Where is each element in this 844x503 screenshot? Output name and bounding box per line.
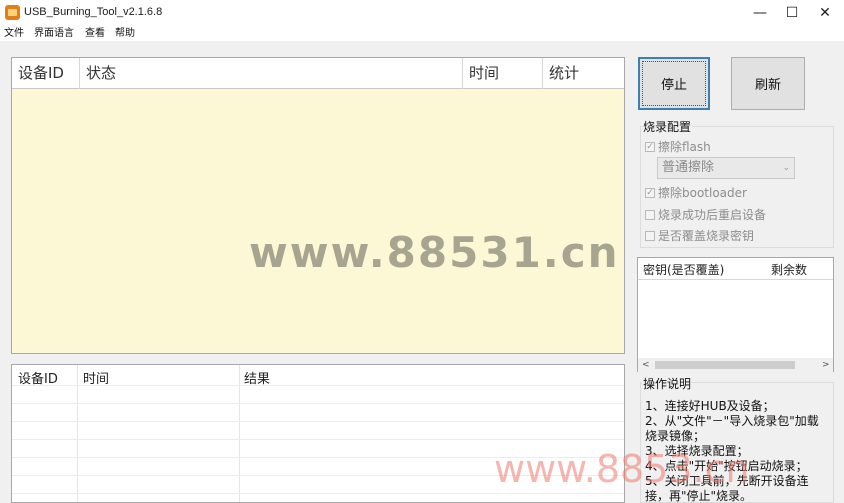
result-col-time[interactable]: 时间	[83, 368, 109, 387]
key-list[interactable]: 密钥(是否覆盖) 剩余数 < >	[637, 257, 834, 372]
table-row	[12, 493, 624, 494]
checkbox-icon[interactable]	[645, 230, 655, 241]
title-bar: USB_Burning_Tool_v2.1.6.8 — ☐ ✕	[0, 0, 844, 27]
instructions-title: 操作说明	[642, 375, 693, 392]
stop-button-label: 停止	[660, 78, 687, 93]
refresh-button-label: 刷新	[754, 78, 781, 93]
result-col-result[interactable]: 结果	[244, 368, 270, 387]
erase-bootloader-option[interactable]: ✓ 擦除bootloader	[645, 184, 747, 201]
result-col-device-id[interactable]: 设备ID	[18, 368, 58, 387]
erase-mode-value: 普通擦除	[662, 160, 715, 175]
watermark-overlay: www.8853.cn	[494, 447, 750, 491]
col-status[interactable]: 状态	[80, 58, 463, 89]
key-col-key[interactable]: 密钥(是否覆盖)	[643, 261, 724, 278]
window-title: USB_Burning_Tool_v2.1.6.8	[24, 6, 163, 18]
maximize-button[interactable]: ☐	[775, 0, 809, 26]
menu-view[interactable]: 查看	[85, 27, 105, 41]
menu-bar: 文件 界面语言 查看 帮助	[0, 27, 844, 41]
table-row	[12, 421, 624, 422]
scroll-right-icon[interactable]: >	[822, 358, 830, 372]
burn-config-title: 烧录配置	[642, 118, 693, 135]
scrollbar-thumb[interactable]	[655, 361, 795, 369]
device-table[interactable]: 设备ID 状态 时间 统计	[11, 57, 625, 354]
table-row	[12, 403, 624, 404]
col-device-id[interactable]: 设备ID	[12, 58, 80, 89]
key-list-header: 密钥(是否覆盖) 剩余数	[638, 258, 833, 280]
scroll-left-icon[interactable]: <	[642, 358, 650, 372]
menu-language[interactable]: 界面语言	[34, 27, 74, 41]
menu-file[interactable]: 文件	[4, 27, 24, 41]
chevron-down-icon: ⌄	[782, 163, 790, 173]
close-button[interactable]: ✕	[808, 0, 842, 26]
key-col-remaining[interactable]: 剩余数	[771, 261, 807, 278]
reboot-after-option[interactable]: 烧录成功后重启设备	[645, 206, 766, 223]
app-icon	[5, 5, 20, 20]
horizontal-scrollbar[interactable]: < >	[638, 358, 833, 372]
refresh-button[interactable]: 刷新	[731, 57, 805, 110]
watermark-text: www.88531.cn	[249, 228, 620, 277]
checkbox-icon[interactable]	[645, 209, 655, 220]
erase-mode-select[interactable]: 普通擦除 ⌄	[657, 157, 795, 179]
table-row	[12, 439, 624, 440]
menu-help[interactable]: 帮助	[115, 27, 135, 41]
col-time[interactable]: 时间	[463, 58, 543, 89]
erase-bootloader-label: 擦除bootloader	[658, 186, 747, 200]
erase-flash-option[interactable]: ✓ 擦除flash	[645, 138, 711, 155]
minimize-button[interactable]: —	[743, 0, 777, 26]
checkbox-checked-icon[interactable]: ✓	[645, 141, 655, 152]
col-stats[interactable]: 统计	[543, 58, 624, 89]
device-table-header: 设备ID 状态 时间 统计	[12, 58, 624, 89]
overwrite-key-option[interactable]: 是否覆盖烧录密钥	[645, 227, 754, 244]
erase-flash-label: 擦除flash	[658, 140, 711, 154]
overwrite-key-label: 是否覆盖烧录密钥	[658, 229, 755, 243]
stop-button[interactable]: 停止	[638, 57, 710, 110]
reboot-after-label: 烧录成功后重启设备	[658, 208, 767, 222]
checkbox-checked-icon[interactable]: ✓	[645, 187, 655, 198]
